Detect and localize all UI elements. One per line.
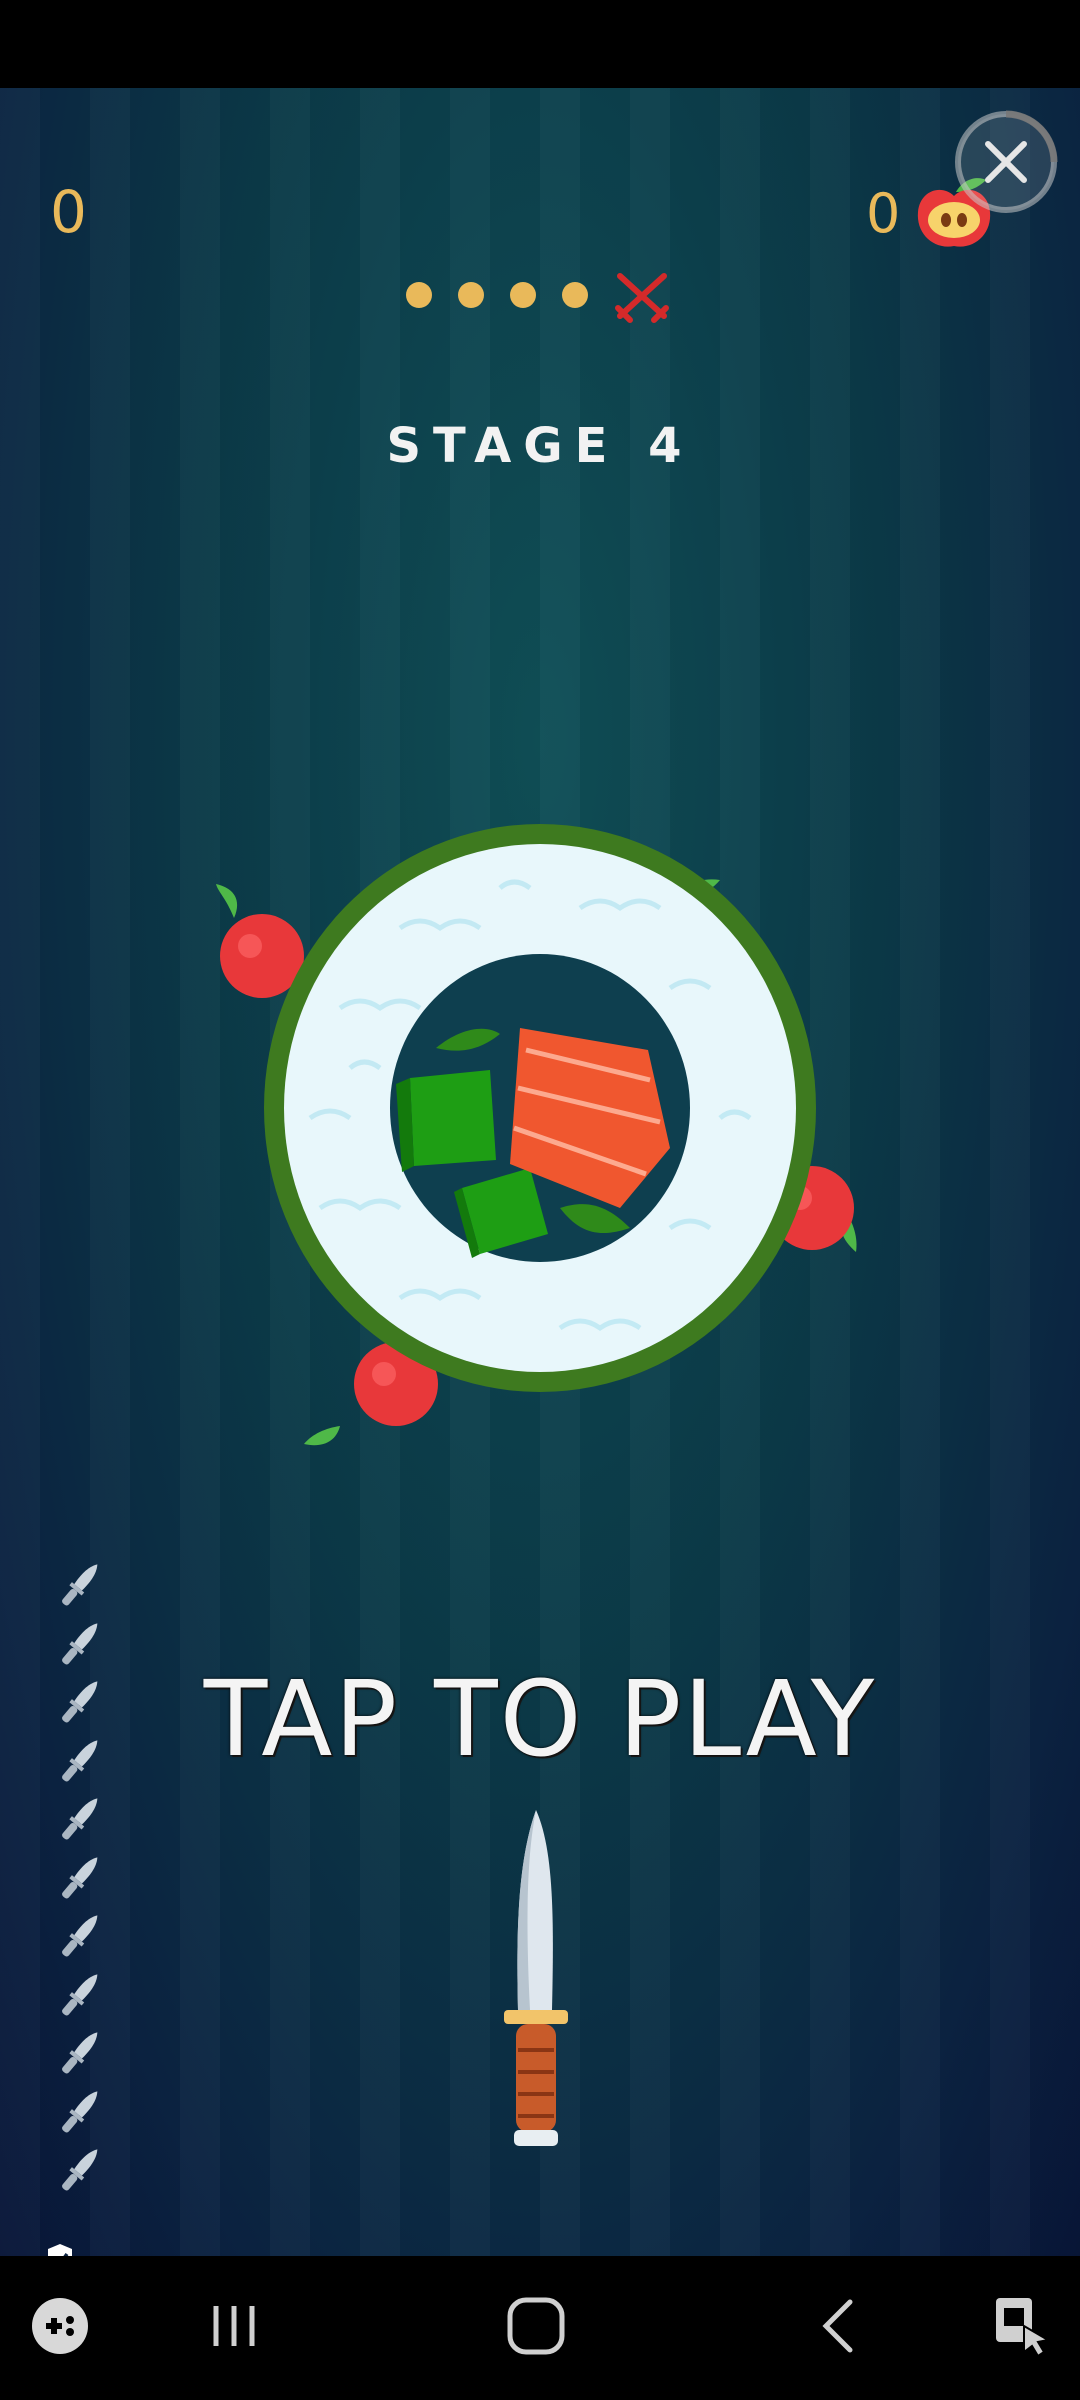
close-button[interactable] bbox=[952, 108, 1060, 216]
stage-dot bbox=[510, 282, 536, 308]
apple-counter: 0 bbox=[866, 182, 901, 245]
stage-dot bbox=[562, 282, 588, 308]
score-counter: 0 bbox=[50, 178, 87, 246]
navigation-bar bbox=[0, 2256, 1080, 2400]
screenshot-touch-icon[interactable] bbox=[980, 2286, 1060, 2366]
knife-remaining-icon bbox=[62, 1856, 98, 1898]
knife-remaining-icon bbox=[62, 1973, 98, 2015]
stage-label: STAGE 4 bbox=[386, 418, 694, 474]
tap-to-play-prompt[interactable]: TAP TO PLAY bbox=[0, 1658, 1080, 1780]
knife-remaining-icon bbox=[62, 2149, 98, 2191]
knife-remaining-icon bbox=[62, 1915, 98, 1957]
recents-icon[interactable] bbox=[194, 2286, 274, 2366]
game-launcher-icon[interactable] bbox=[20, 2286, 100, 2366]
stage-progress bbox=[400, 268, 680, 323]
privacy-hand-icon[interactable] bbox=[26, 2240, 90, 2256]
game-screen[interactable]: 0 0 STAGE 4 TAP TO PLAY bbox=[0, 88, 1080, 2256]
crossed-swords-icon bbox=[615, 273, 669, 323]
sushi-target[interactable] bbox=[200, 788, 880, 1548]
knife-remaining-icon bbox=[62, 2032, 98, 2074]
knives-remaining bbox=[46, 1556, 126, 2216]
knife-remaining-icon bbox=[62, 1681, 98, 1723]
home-icon[interactable] bbox=[496, 2286, 576, 2366]
knife-remaining-icon bbox=[62, 1739, 98, 1781]
status-bar bbox=[0, 0, 1080, 88]
knife-icon bbox=[504, 1810, 568, 2146]
stage-dot bbox=[406, 282, 432, 308]
back-icon[interactable] bbox=[800, 2286, 880, 2366]
stage-dot bbox=[458, 282, 484, 308]
apple-target[interactable] bbox=[216, 884, 304, 998]
knife-remaining-icon bbox=[62, 1564, 98, 1606]
knife-remaining-icon bbox=[62, 1622, 98, 1664]
knife-remaining-icon bbox=[62, 2090, 98, 2132]
knife-remaining-icon bbox=[62, 1798, 98, 1840]
